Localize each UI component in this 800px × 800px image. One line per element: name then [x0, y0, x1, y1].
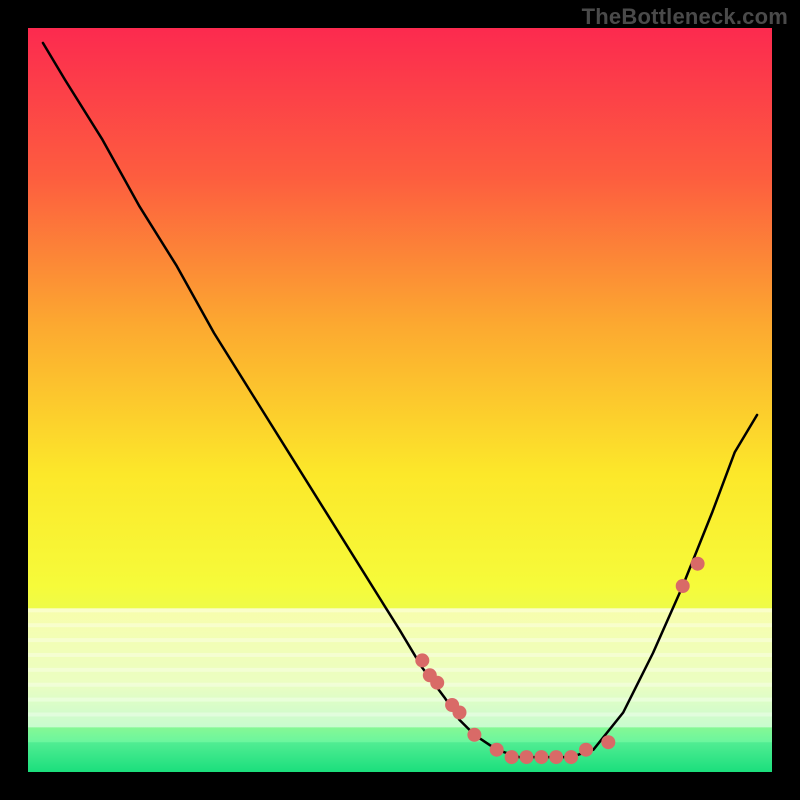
- data-point: [490, 743, 504, 757]
- pale-band-zone: [28, 608, 772, 727]
- data-point: [467, 728, 481, 742]
- data-point: [579, 743, 593, 757]
- chart-frame: TheBottleneck.com: [0, 0, 800, 800]
- data-point: [549, 750, 563, 764]
- optimal-zone-band: [28, 742, 772, 772]
- data-point: [534, 750, 548, 764]
- data-point: [453, 706, 467, 720]
- bottleneck-chart: [28, 28, 772, 772]
- data-point: [520, 750, 534, 764]
- plot-area: [28, 28, 772, 772]
- data-point: [505, 750, 519, 764]
- data-point: [564, 750, 578, 764]
- watermark-text: TheBottleneck.com: [582, 4, 788, 30]
- data-point: [415, 653, 429, 667]
- data-point: [430, 676, 444, 690]
- data-point: [676, 579, 690, 593]
- data-point: [601, 735, 615, 749]
- data-point: [691, 557, 705, 571]
